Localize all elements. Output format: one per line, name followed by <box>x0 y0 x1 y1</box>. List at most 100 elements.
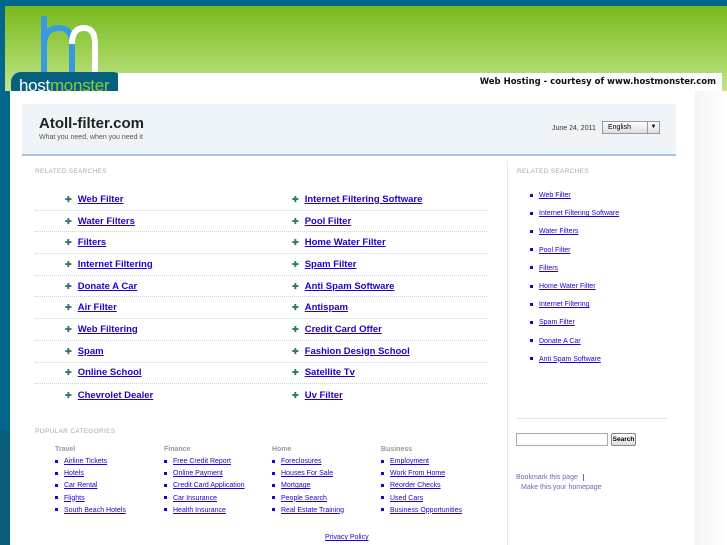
bullet-icon <box>530 339 533 343</box>
table-row: ✚ Air Filter ✚ Antispam <box>35 297 487 320</box>
related-search-link[interactable]: Internet Filtering <box>78 259 153 270</box>
category-link[interactable]: Flights <box>64 495 85 502</box>
list-item: Airline Tickets <box>55 458 165 470</box>
search-input[interactable] <box>516 433 608 446</box>
category-link[interactable]: Employment <box>390 458 429 465</box>
courtesy-text: Web Hosting - courtesy of www.hostmonste… <box>118 73 722 91</box>
sidebar-search-link[interactable]: Donate A Car <box>539 338 581 345</box>
related-search-link[interactable]: Credit Card Offer <box>305 324 382 335</box>
plus-icon: ✚ <box>65 281 72 291</box>
site-header: Atoll-filter.com What you need, when you… <box>22 104 676 156</box>
related-searches-heading: RELATED SEARCHES <box>35 168 107 175</box>
list-item: ✚ Water Filters <box>35 216 261 227</box>
list-item: ✚ Spam Filter <box>261 259 487 270</box>
category-link[interactable]: Mortgage <box>281 482 311 489</box>
sidebar-search-link[interactable]: Spam Filter <box>539 319 575 326</box>
category-link[interactable]: Health Insurance <box>173 507 226 514</box>
related-search-link[interactable]: Spam <box>78 346 104 357</box>
category-link[interactable]: Car Rental <box>64 482 97 489</box>
list-item: ✚ Home Water Filter <box>261 237 487 248</box>
related-search-link[interactable]: Chevrolet Dealer <box>78 390 154 401</box>
related-search-link[interactable]: Web Filter <box>78 194 124 205</box>
search-button[interactable]: Search <box>611 433 636 446</box>
privacy-policy-link[interactable]: Privacy Policy <box>325 534 369 541</box>
category-link[interactable]: South Beach Hotels <box>64 507 126 514</box>
related-search-link[interactable]: Fashion Design School <box>305 346 410 357</box>
list-item: ✚ Online School <box>35 367 261 378</box>
bullet-icon <box>164 484 167 488</box>
category-link[interactable]: Online Payment <box>173 470 223 477</box>
bullet-icon <box>381 459 384 463</box>
sidebar-search-link[interactable]: Pool Filter <box>539 247 571 254</box>
category-link[interactable]: People Search <box>281 495 327 502</box>
bullet-icon <box>381 471 384 475</box>
related-search-link[interactable]: Donate A Car <box>78 281 137 292</box>
sidebar-search-link[interactable]: Internet Filtering <box>539 301 590 308</box>
list-item: ✚ Antispam <box>261 302 487 313</box>
category-link[interactable]: Car Insurance <box>173 495 217 502</box>
related-search-link[interactable]: Internet Filtering Software <box>305 194 423 205</box>
related-search-link[interactable]: Home Water Filter <box>305 237 386 248</box>
plus-icon: ✚ <box>292 324 299 334</box>
related-search-link[interactable]: Water Filters <box>78 216 135 227</box>
list-item: Car Insurance <box>164 495 274 507</box>
bullet-icon <box>381 508 384 512</box>
bullet-icon <box>272 508 275 512</box>
language-select[interactable]: English ▼ <box>602 121 660 134</box>
related-search-link[interactable]: Web Filtering <box>78 324 138 335</box>
category-link[interactable]: Business Opportunities <box>390 507 462 514</box>
sidebar-search-link[interactable]: Web Filter <box>539 192 571 199</box>
list-item: ✚ Chevrolet Dealer <box>35 390 261 401</box>
bookmark-link[interactable]: Bookmark this page <box>516 474 578 481</box>
category-link[interactable]: Credit Card Application <box>173 482 245 489</box>
sidebar: RELATED SEARCHES Web Filter Internet Filt… <box>507 161 677 545</box>
related-search-link[interactable]: Air Filter <box>78 302 117 313</box>
sidebar-search-link[interactable]: Filters <box>539 265 558 272</box>
category-link[interactable]: Airline Tickets <box>64 458 107 465</box>
related-searches-list: ✚ Web Filter ✚ Internet Filtering Software ✚… <box>35 189 487 406</box>
category-link[interactable]: Foreclosures <box>281 458 321 465</box>
sidebar-heading: RELATED SEARCHES <box>517 168 589 175</box>
bullet-icon <box>164 496 167 500</box>
category-group: Finance Free Credit Report Online Payment C… <box>164 446 274 519</box>
chevron-down-icon: ▼ <box>647 122 659 133</box>
sidebar-search-link[interactable]: Home Water Filter <box>539 283 596 290</box>
related-search-link[interactable]: Antispam <box>305 302 348 313</box>
related-search-link[interactable]: Uv Filter <box>305 390 343 401</box>
sidebar-search-link[interactable]: Water Filters <box>539 228 578 235</box>
homepage-link[interactable]: Make this your homepage <box>521 484 602 491</box>
category-title: Finance <box>164 446 191 453</box>
related-search-link[interactable]: Filters <box>78 237 107 248</box>
category-link[interactable]: Reorder Checks <box>390 482 441 489</box>
site-title: Atoll-filter.com <box>39 115 145 132</box>
related-search-link[interactable]: Anti Spam Software <box>305 281 395 292</box>
category-link[interactable]: Free Credit Report <box>173 458 231 465</box>
list-item: Spam Filter <box>530 319 619 337</box>
list-item: Water Filters <box>530 228 619 246</box>
sidebar-list: Web Filter Internet Filtering Software Wat… <box>530 192 619 374</box>
sidebar-search-link[interactable]: Anti Spam Software <box>539 356 601 363</box>
plus-icon: ✚ <box>292 368 299 378</box>
category-link[interactable]: Real Estate Training <box>281 507 344 514</box>
related-search-link[interactable]: Satellite Tv <box>305 367 355 378</box>
category-group: Home Foreclosures Houses For Sale Mortgage P… <box>272 446 382 519</box>
list-item: Foreclosures <box>272 458 382 470</box>
list-item: Mortgage <box>272 482 382 494</box>
related-search-link[interactable]: Pool Filter <box>305 216 351 227</box>
divider <box>582 474 584 481</box>
list-item: Credit Card Application <box>164 482 274 494</box>
category-link[interactable]: Hotels <box>64 470 84 477</box>
list-item: ✚ Anti Spam Software <box>261 281 487 292</box>
related-search-link[interactable]: Online School <box>78 367 142 378</box>
related-search-link[interactable]: Spam Filter <box>305 259 357 270</box>
plus-icon: ✚ <box>65 303 72 313</box>
plus-icon: ✚ <box>65 259 72 269</box>
list-item: Health Insurance <box>164 507 274 519</box>
category-link[interactable]: Used Cars <box>390 495 423 502</box>
plus-icon: ✚ <box>292 194 299 204</box>
table-row: ✚ Chevrolet Dealer ✚ Uv Filter <box>35 384 487 406</box>
category-link[interactable]: Houses For Sale <box>281 470 333 477</box>
sidebar-search-link[interactable]: Internet Filtering Software <box>539 210 619 217</box>
bullet-icon <box>164 471 167 475</box>
category-link[interactable]: Work From Home <box>390 470 445 477</box>
